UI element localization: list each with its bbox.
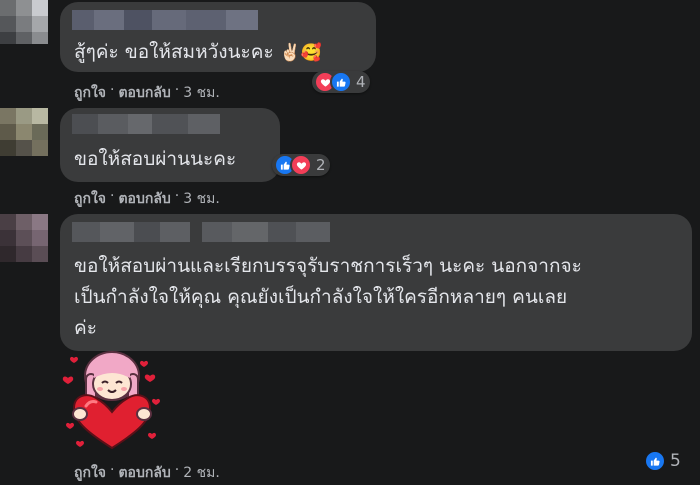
avatar[interactable]: [0, 0, 48, 44]
like-action[interactable]: ถูกใจ: [74, 462, 106, 484]
comment-line: ค่ะ: [74, 317, 97, 339]
timestamp[interactable]: 3 ชม.: [183, 188, 220, 210]
separator: ·: [110, 188, 115, 204]
love-icon: [290, 154, 312, 176]
reply-action[interactable]: ตอบกลับ: [118, 188, 170, 210]
separator: ·: [174, 82, 180, 98]
comment-actions: ถูกใจ · ตอบกลับ · 2 ชม.: [74, 462, 220, 484]
like-action[interactable]: ถูกใจ: [74, 82, 106, 104]
comment-text: ขอให้สอบผ่านนะคะ: [74, 148, 237, 170]
timestamp[interactable]: 2 ชม.: [183, 462, 220, 484]
separator: ·: [110, 462, 115, 478]
reaction-count: 4: [356, 73, 366, 91]
comment-actions: ถูกใจ · ตอบกลับ · 3 ชม.: [74, 188, 220, 210]
reaction-summary[interactable]: 2: [272, 154, 330, 176]
commenter-name[interactable]: [72, 222, 330, 242]
reply-action[interactable]: ตอบกลับ: [118, 82, 170, 104]
comment-text: สู้ๆค่ะ ขอให้สมหวังนะคะ ✌🏻🥰: [74, 41, 323, 63]
commenter-name[interactable]: [72, 10, 258, 30]
separator: ·: [174, 462, 180, 478]
avatar[interactable]: [0, 214, 48, 262]
reaction-count: 2: [316, 156, 326, 174]
separator: ·: [110, 82, 115, 98]
smiling-face-hearts-icon: 🥰: [300, 43, 323, 63]
reaction-count: 5: [670, 451, 681, 471]
reply-action[interactable]: ตอบกลับ: [118, 462, 170, 484]
timestamp[interactable]: 3 ชม.: [183, 82, 220, 104]
like-action[interactable]: ถูกใจ: [74, 188, 106, 210]
avatar[interactable]: [0, 108, 48, 156]
heart-hug-sticker[interactable]: [60, 350, 164, 452]
reaction-summary[interactable]: 5: [642, 450, 685, 472]
comment-line: ขอให้สอบผ่านและเรียกบรรจุรับราชการเร็วๆ …: [74, 255, 582, 277]
commenter-name[interactable]: [72, 114, 220, 134]
comment-line: เป็นกำลังใจให้คุณ คุณยังเป็นกำลังใจให้ใค…: [74, 286, 568, 308]
victory-hand-icon: ✌🏻: [279, 43, 301, 63]
like-icon: [330, 71, 352, 93]
comment-text: ขอให้สอบผ่านและเรียกบรรจุรับราชการเร็วๆ …: [74, 251, 582, 344]
comment-actions: ถูกใจ · ตอบกลับ · 3 ชม.: [74, 82, 220, 104]
separator: ·: [174, 188, 180, 204]
reaction-summary[interactable]: 4: [312, 71, 370, 93]
like-icon: [644, 450, 666, 472]
